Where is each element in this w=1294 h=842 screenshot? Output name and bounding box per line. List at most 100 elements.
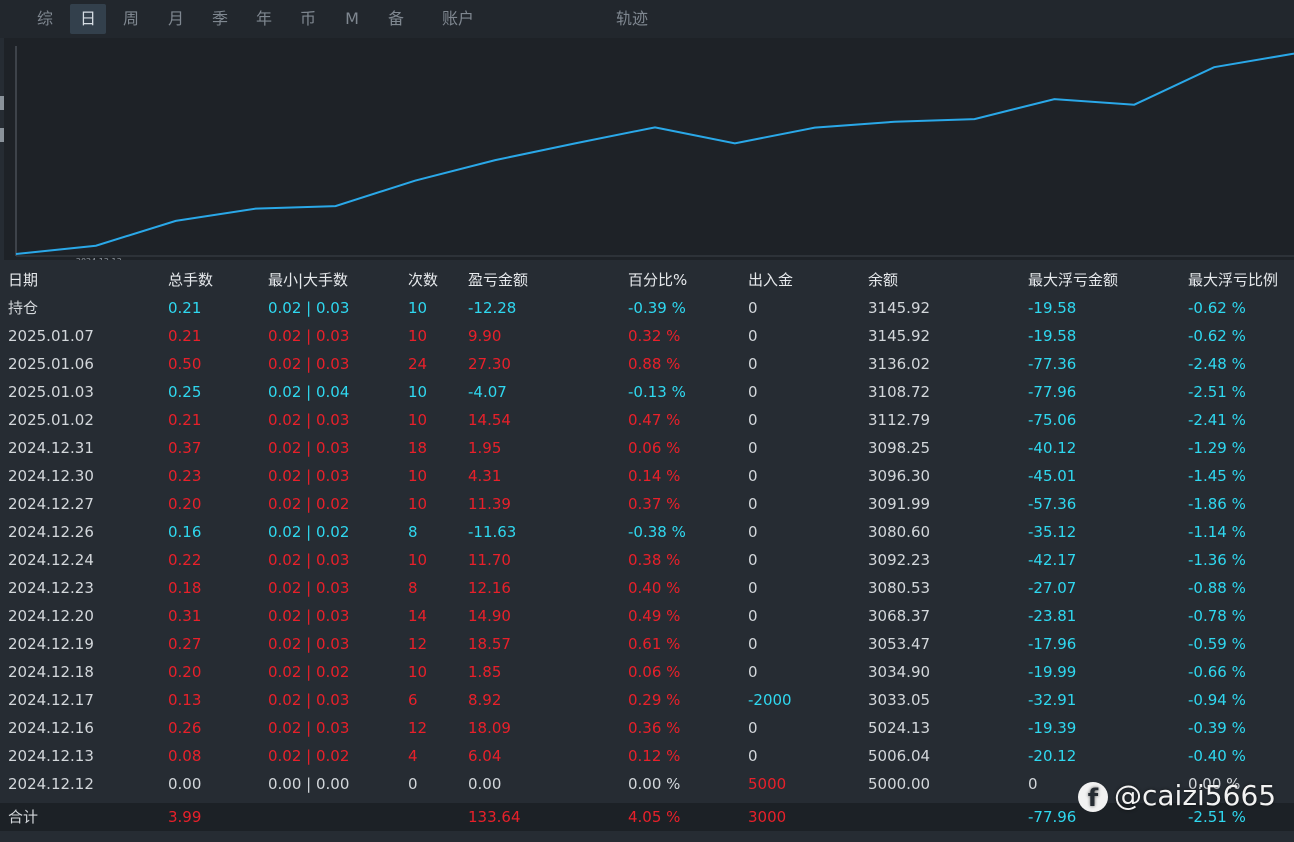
- cell-minmax: 0.02 | 0.02: [268, 663, 350, 681]
- table-row[interactable]: 2024.12.19 0.27 0.02 | 0.03 12 18.57 0.61 % 0 3…: [0, 630, 1294, 658]
- cell-date: 2024.12.12: [8, 775, 94, 793]
- cell-pct: 0.12 %: [628, 747, 681, 765]
- tab-8[interactable]: 备: [380, 4, 412, 34]
- tab-1[interactable]: 日: [70, 4, 106, 34]
- header-lots[interactable]: 总手数: [168, 266, 213, 294]
- table-row[interactable]: 2024.12.26 0.16 0.02 | 0.02 8 -11.63 -0.38 % 0…: [0, 518, 1294, 546]
- cell-flow: 5000: [748, 775, 787, 793]
- table-row[interactable]: 2024.12.20 0.31 0.02 | 0.03 14 14.90 0.49 % 0 3…: [0, 602, 1294, 630]
- table-row[interactable]: 2024.12.17 0.13 0.02 | 0.03 6 8.92 0.29 % -200…: [0, 686, 1294, 714]
- cell-pct: 0.36 %: [628, 719, 681, 737]
- cell-lots: 0.21: [168, 299, 202, 317]
- tab-7[interactable]: M: [336, 4, 368, 34]
- cell-mdd: 0: [1028, 775, 1038, 793]
- cell-count: 18: [408, 439, 428, 457]
- cell-balance: 3092.23: [868, 551, 931, 569]
- cell-mdd: -19.58: [1028, 299, 1077, 317]
- cell-minmax: 0.02 | 0.03: [268, 467, 350, 485]
- cell-count: 8: [408, 523, 418, 541]
- table-row[interactable]: 2025.01.03 0.25 0.02 | 0.04 10 -4.07 -0.13 % 0…: [0, 378, 1294, 406]
- tab-0[interactable]: 综: [30, 4, 60, 34]
- cell-pnl: 18.09: [468, 719, 511, 737]
- cell-count: 10: [408, 663, 428, 681]
- cell-lots: 0.08: [168, 747, 202, 765]
- cell-mddpct: -1.86 %: [1188, 495, 1246, 513]
- cell-pnl: 11.70: [468, 551, 511, 569]
- cell-minmax: 0.02 | 0.02: [268, 523, 350, 541]
- cell-balance: 3145.92: [868, 299, 931, 317]
- cell-pct: 0.32 %: [628, 327, 681, 345]
- balance-chart-svg: 2024.12.13: [15, 46, 1294, 260]
- tab-4[interactable]: 季: [204, 4, 236, 34]
- period-tab-bar: 综日周月季年币 M 备账户 轨迹: [0, 0, 1294, 38]
- cell-date: 2024.12.17: [8, 691, 94, 709]
- cell-mddpct: -0.59 %: [1188, 635, 1246, 653]
- table-row[interactable]: 2025.01.06 0.50 0.02 | 0.03 24 27.30 0.88 % 0 3…: [0, 350, 1294, 378]
- cell-lots: 0.31: [168, 607, 202, 625]
- header-date[interactable]: 日期: [8, 266, 38, 294]
- total-lots: 3.99: [168, 808, 202, 826]
- header-count[interactable]: 次数: [408, 266, 438, 294]
- header-pnl[interactable]: 盈亏金额: [468, 266, 528, 294]
- cell-mdd: -32.91: [1028, 691, 1077, 709]
- cell-flow: 0: [748, 607, 758, 625]
- balance-line-chart: 2024.12.13: [4, 38, 1294, 260]
- cell-mddpct: -0.66 %: [1188, 663, 1246, 681]
- cell-pct: 0.29 %: [628, 691, 681, 709]
- total-pct: 4.05 %: [628, 808, 681, 826]
- tab-5[interactable]: 年: [248, 4, 280, 34]
- tab-9[interactable]: 账户: [428, 4, 488, 34]
- table-row[interactable]: 2024.12.30 0.23 0.02 | 0.03 10 4.31 0.14 % 0 30…: [0, 462, 1294, 490]
- tab-2[interactable]: 周: [115, 4, 147, 34]
- cell-balance: 5024.13: [868, 719, 931, 737]
- cell-balance: 3091.99: [868, 495, 931, 513]
- header-pct[interactable]: 百分比%: [628, 266, 687, 294]
- total-label: 合计: [8, 808, 39, 826]
- table-row[interactable]: 2024.12.24 0.22 0.02 | 0.03 10 11.70 0.38 % 0 3…: [0, 546, 1294, 574]
- cell-pnl: 6.04: [468, 747, 502, 765]
- header-balance[interactable]: 余额: [868, 266, 898, 294]
- cell-mdd: -57.36: [1028, 495, 1077, 513]
- cell-minmax: 0.02 | 0.02: [268, 495, 350, 513]
- cell-lots: 0.26: [168, 719, 202, 737]
- cell-mdd: -20.12: [1028, 747, 1077, 765]
- table-row[interactable]: 2024.12.31 0.37 0.02 | 0.03 18 1.95 0.06 % 0 30…: [0, 434, 1294, 462]
- cell-date: 2024.12.18: [8, 663, 94, 681]
- cell-mddpct: -0.40 %: [1188, 747, 1246, 765]
- cell-minmax: 0.02 | 0.03: [268, 299, 350, 317]
- cell-flow: 0: [748, 467, 758, 485]
- tab-10[interactable]: 轨迹: [600, 4, 664, 34]
- cell-minmax: 0.02 | 0.03: [268, 607, 350, 625]
- cell-count: 10: [408, 327, 428, 345]
- cell-lots: 0.20: [168, 495, 202, 513]
- cell-mddpct: -0.62 %: [1188, 299, 1246, 317]
- cell-pct: -0.38 %: [628, 523, 686, 541]
- cell-pnl: -12.28: [468, 299, 517, 317]
- header-mdd[interactable]: 最大浮亏金额: [1028, 266, 1118, 294]
- cell-mdd: -27.07: [1028, 579, 1077, 597]
- table-row[interactable]: 2024.12.23 0.18 0.02 | 0.03 8 12.16 0.40 % 0 30…: [0, 574, 1294, 602]
- table-row[interactable]: 2024.12.13 0.08 0.02 | 0.02 4 6.04 0.12 % 0 500…: [0, 742, 1294, 770]
- table-row[interactable]: 2024.12.18 0.20 0.02 | 0.02 10 1.85 0.06 % 0 30…: [0, 658, 1294, 686]
- table-row[interactable]: 2025.01.02 0.21 0.02 | 0.03 10 14.54 0.47 % 0 3…: [0, 406, 1294, 434]
- cell-date: 2024.12.19: [8, 635, 94, 653]
- header-flow[interactable]: 出入金: [748, 266, 793, 294]
- cell-balance: 3108.72: [868, 383, 931, 401]
- cell-pct: 0.14 %: [628, 467, 681, 485]
- tab-6[interactable]: 币: [292, 4, 324, 34]
- table-row[interactable]: 持仓 0.21 0.02 | 0.03 10 -12.28 -0.39 % 0 3145.92…: [0, 294, 1294, 322]
- cell-flow: -2000: [748, 691, 792, 709]
- table-row[interactable]: 2025.01.07 0.21 0.02 | 0.03 10 9.90 0.32 % 0 31…: [0, 322, 1294, 350]
- total-pnl: 133.64: [468, 808, 521, 826]
- header-minmax[interactable]: 最小|大手数: [268, 266, 348, 294]
- cell-mddpct: -0.88 %: [1188, 579, 1246, 597]
- cell-mddpct: -0.62 %: [1188, 327, 1246, 345]
- cell-date: 持仓: [8, 299, 39, 317]
- header-mddpct[interactable]: 最大浮亏比例: [1188, 266, 1278, 294]
- cell-pct: 0.88 %: [628, 355, 681, 373]
- tab-3[interactable]: 月: [160, 4, 192, 34]
- table-row[interactable]: 2024.12.16 0.26 0.02 | 0.03 12 18.09 0.36 % 0 5…: [0, 714, 1294, 742]
- table-row[interactable]: 2024.12.27 0.20 0.02 | 0.02 10 11.39 0.37 % 0 3…: [0, 490, 1294, 518]
- cell-pct: 0.00 %: [628, 775, 681, 793]
- cell-mdd: -75.06: [1028, 411, 1077, 429]
